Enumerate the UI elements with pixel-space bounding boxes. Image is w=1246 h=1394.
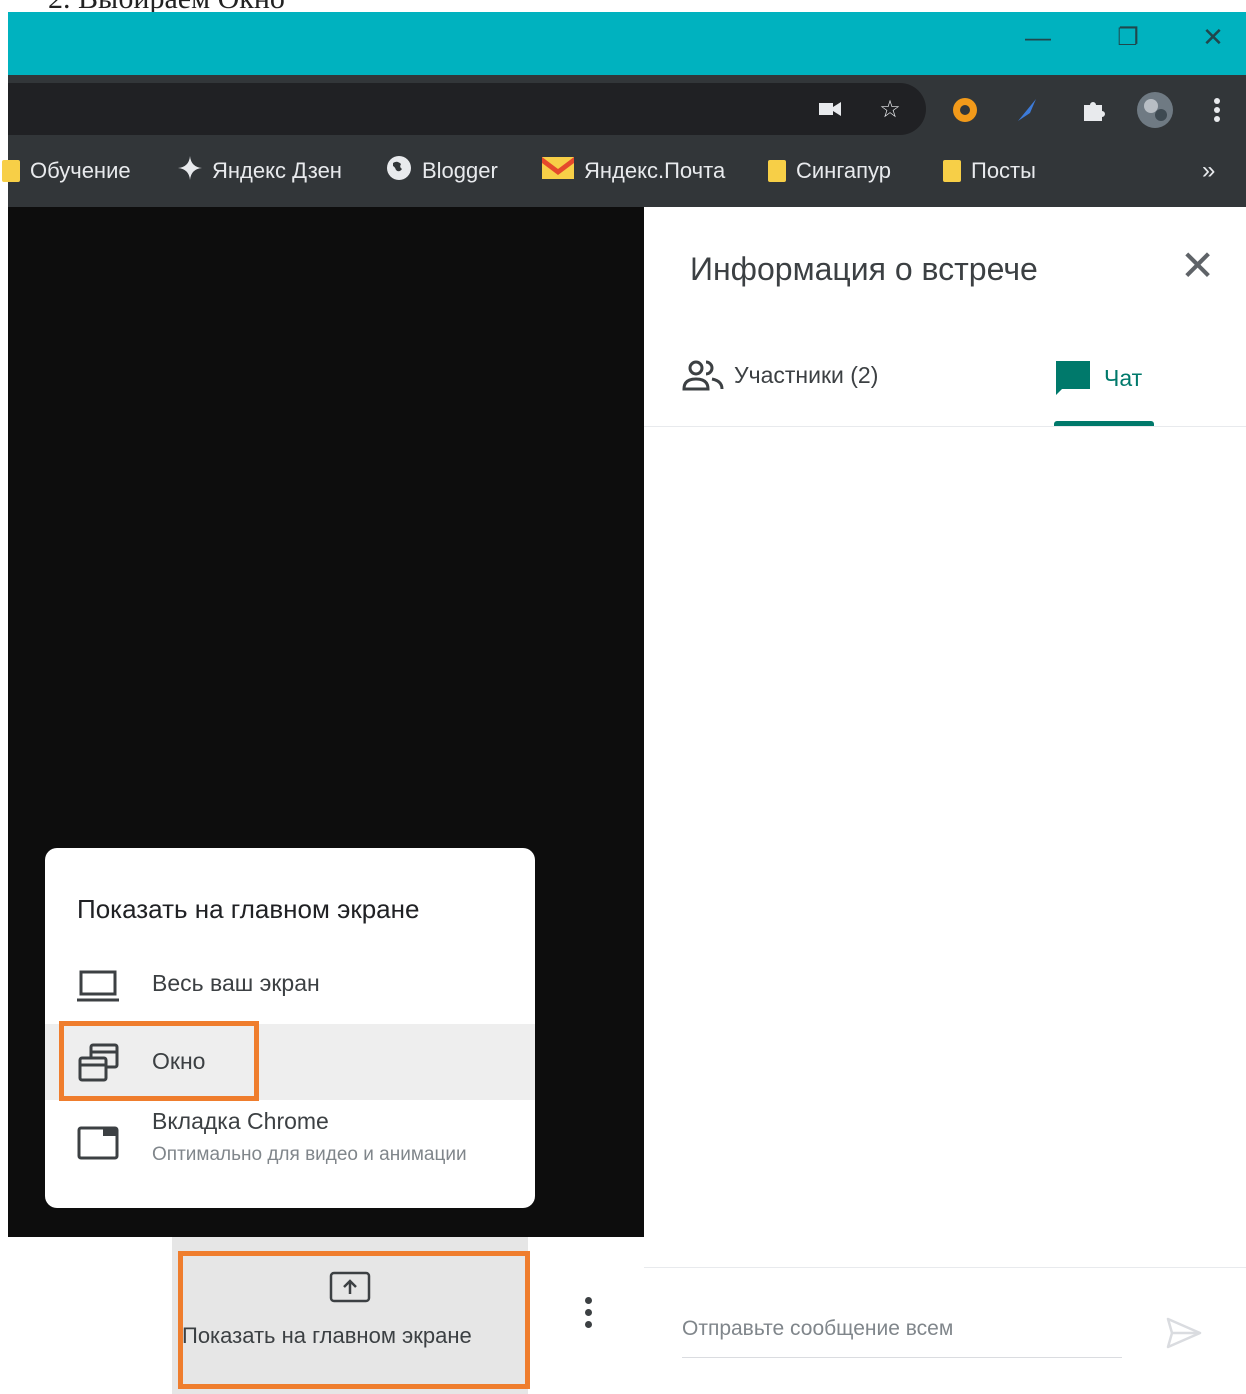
tab-icon [77,1126,119,1165]
bookmark-item[interactable]: Яндекс Дзен [178,145,342,197]
menu-item-label: Весь ваш экран [152,970,320,996]
browser-menu-icon[interactable] [1200,93,1234,127]
folder-icon [2,160,20,182]
laptop-icon [77,968,119,1009]
restore-button[interactable]: ❐ [1098,12,1158,62]
send-message-button[interactable] [1164,1313,1208,1357]
bookmark-item[interactable]: Обучение [2,145,131,197]
bookmark-item[interactable]: Посты [943,145,1036,197]
chat-message-input[interactable]: Отправьте сообщение всем [682,1317,1122,1358]
extensions-puzzle-icon[interactable] [1076,93,1110,127]
highlight-box [59,1021,259,1101]
divider [644,426,1246,427]
folder-icon [768,160,786,182]
panel-title: Информация о встрече [690,251,1038,287]
bookmark-item[interactable]: Blogger [386,145,498,197]
tab-participants[interactable]: Участники (2) [682,359,878,391]
menu-item-label: Вкладка Chrome [152,1108,329,1134]
menu-item-chrome-tab[interactable]: Вкладка Chrome Оптимально для видео и ан… [45,1100,535,1200]
window-titlebar: — ❐ ✕ [8,12,1246,75]
close-panel-button[interactable]: ✕ [1180,245,1215,287]
folder-icon [943,160,961,182]
minimize-button[interactable]: — [1008,12,1068,62]
more-options-icon [584,1297,592,1304]
mail-icon [542,157,574,185]
menu-item-sublabel: Оптимально для видео и анимации [152,1144,467,1165]
address-bar[interactable]: ☆ [8,83,926,135]
profile-avatar[interactable] [1134,89,1176,131]
bookmark-item[interactable]: Сингапур [768,145,891,197]
close-icon: ✕ [1180,242,1216,289]
globe-icon [386,155,412,187]
bookmarks-bar: Обучение Яндекс Дзен Blogger Яндекс.Почт… [2,145,1246,207]
divider [644,1267,1246,1268]
bookmark-star-icon[interactable]: ☆ [873,92,907,126]
tab-chat[interactable]: Чат [1054,359,1142,397]
more-options-icon [584,1309,592,1316]
close-window-button[interactable]: ✕ [1183,12,1243,62]
meeting-info-panel: Информация о встрече ✕ Участники (2) Чат… [644,207,1246,1394]
highlight-box [178,1251,530,1389]
more-options-button[interactable] [578,1297,598,1333]
extension-feather-icon[interactable] [1010,93,1044,127]
close-icon: ✕ [1202,21,1224,52]
bookmark-item[interactable]: Яндекс.Почта [542,145,725,197]
present-menu: Показать на главном экране Весь ваш экра… [45,848,535,1208]
send-icon [1164,1317,1204,1357]
more-options-icon [584,1321,592,1328]
meeting-controls-bar: Показать на главном экране [8,1237,644,1394]
restore-icon: ❐ [1117,23,1139,51]
camera-icon[interactable] [813,92,847,126]
present-menu-title: Показать на главном экране [77,894,420,924]
minimize-icon: — [1025,21,1051,52]
menu-item-entire-screen[interactable]: Весь ваш экран [45,948,535,1024]
zen-star-icon [178,156,202,186]
chat-icon [1054,359,1092,397]
extension-orange-icon[interactable] [948,93,982,127]
chat-message-placeholder: Отправьте сообщение всем [682,1317,954,1340]
browser-toolbar: ☆ [8,75,1246,145]
people-icon [682,359,724,391]
bookmarks-overflow-button[interactable]: » [1202,145,1215,197]
